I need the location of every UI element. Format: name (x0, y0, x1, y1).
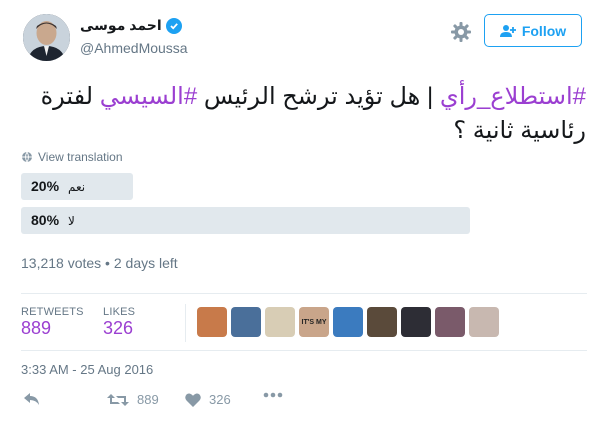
display-name: احمد موسى (80, 17, 162, 33)
poll-percent: 80% (31, 212, 60, 228)
liker-avatar[interactable] (401, 307, 431, 337)
gear-icon[interactable] (450, 21, 472, 43)
view-translation-link[interactable]: View translation (21, 150, 123, 164)
likes-count: 326 (103, 318, 134, 338)
retweet-count: 889 (137, 392, 159, 407)
follow-button[interactable]: Follow (484, 14, 582, 47)
poll-summary: 13,218 votes • 2 days left (21, 255, 178, 271)
retweets-count: 889 (21, 318, 52, 338)
heart-icon (185, 393, 201, 407)
avatar[interactable] (23, 14, 70, 61)
globe-icon (22, 151, 32, 163)
retweets-stat[interactable]: RETWEETS 889 (21, 306, 84, 339)
poll-percent: 20% (31, 178, 60, 194)
divider (21, 350, 587, 351)
liker-avatar[interactable] (469, 307, 499, 337)
hashtag-poll[interactable]: #استطلاع_رأي (440, 83, 586, 110)
poll-option-no: 80% لا (21, 207, 470, 234)
verified-badge-icon (165, 17, 182, 34)
follow-label: Follow (521, 22, 567, 39)
reply-icon (24, 393, 39, 405)
likers-list: IT'S MY (197, 307, 499, 337)
divider (21, 293, 587, 294)
view-translation-label: View translation (38, 150, 123, 164)
more-button[interactable] (263, 392, 283, 398)
liker-avatar[interactable] (333, 307, 363, 337)
tweet-text-part1: | هل تؤيد ترشح الرئيس (197, 83, 440, 110)
like-button[interactable]: 326 (185, 392, 231, 407)
user-handle[interactable]: @AhmedMoussa (80, 40, 188, 56)
poll-option-label: لا (68, 214, 75, 228)
liker-avatar[interactable] (435, 307, 465, 337)
tweet-actions: 889 326 (21, 388, 587, 416)
hashtag-sisi[interactable]: #السيسي (100, 83, 197, 110)
avatar-image (23, 14, 70, 61)
likes-stat[interactable]: LIKES 326 (103, 306, 135, 339)
tweet-timestamp[interactable]: 3:33 AM - 25 Aug 2016 (21, 362, 153, 377)
liker-avatar[interactable] (367, 307, 397, 337)
liker-avatar[interactable]: IT'S MY (299, 307, 329, 337)
retweets-label: RETWEETS (21, 306, 84, 318)
likes-label: LIKES (103, 306, 136, 318)
add-user-icon (499, 24, 516, 37)
liker-badge-text: IT'S MY (301, 318, 327, 326)
retweet-button[interactable]: 889 (107, 392, 159, 407)
like-count: 326 (209, 392, 231, 407)
tweet-text: #استطلاع_رأي | هل تؤيد ترشح الرئيس #السي… (20, 80, 586, 148)
poll-option-label: نعم (68, 180, 86, 194)
liker-avatar[interactable] (231, 307, 261, 337)
liker-avatar[interactable] (265, 307, 295, 337)
reply-button[interactable] (23, 392, 41, 406)
display-name-row[interactable]: احمد موسى (80, 17, 182, 34)
retweet-icon (107, 393, 129, 406)
more-icon (263, 392, 283, 398)
divider (185, 304, 186, 342)
poll-option-yes: 20% نعم (21, 173, 133, 200)
liker-avatar[interactable] (197, 307, 227, 337)
